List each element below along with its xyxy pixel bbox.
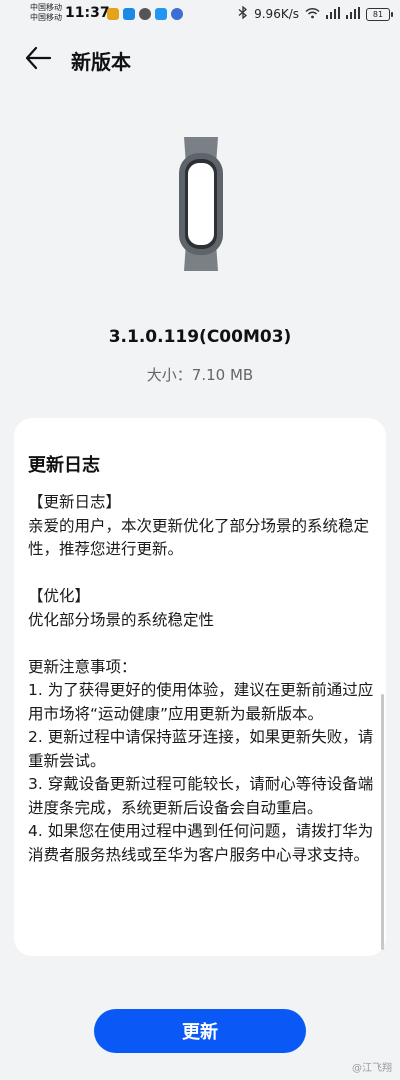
page-title: 新版本 — [71, 50, 131, 74]
band-device-icon — [178, 135, 224, 273]
back-button[interactable] — [24, 45, 54, 71]
section-heading: 【优化】 — [28, 587, 91, 605]
app-icon — [155, 8, 167, 20]
size-value: 7.10 MB — [191, 366, 254, 384]
scrollbar[interactable] — [381, 694, 384, 950]
changelog-title: 更新日志 — [28, 455, 100, 476]
note-item: 2. 更新过程中请保持蓝牙连接，如果更新失败，请重新尝试。 — [28, 728, 374, 770]
weibo-icon — [107, 8, 119, 20]
notes-heading: 更新注意事项： — [28, 657, 137, 676]
changelog-card[interactable]: 更新日志 【更新日志】 亲爱的用户，本次更新优化了部分场景的系统稳定性，推荐您进… — [14, 418, 386, 956]
update-button[interactable]: 更新 — [94, 1009, 306, 1053]
qq-icon — [139, 8, 151, 20]
bluetooth-icon — [238, 5, 248, 22]
note-item: 3. 穿戴设备更新过程可能较长，请耐心等待设备端进度条完成，系统更新后设备会自动… — [28, 775, 374, 817]
version-number: 3.1.0.119(C00M03) — [108, 327, 292, 347]
status-bar: 中国移动 中国移动 11:37 9.96K/s 81 — [0, 0, 400, 30]
notification-icons — [107, 8, 183, 20]
carrier-1: 中国移动 — [30, 3, 62, 12]
wifi-icon — [305, 7, 320, 22]
signal-icon — [346, 6, 360, 22]
battery-icon: 81 — [366, 7, 393, 21]
carrier-2: 中国移动 — [30, 13, 62, 22]
signal-icon — [326, 6, 340, 22]
status-time: 11:37 — [65, 5, 110, 21]
section-heading: 【更新日志】 — [28, 493, 122, 511]
package-size: 大小：7.10 MB — [0, 364, 400, 385]
browser-icon — [171, 8, 183, 20]
size-label: 大小： — [146, 366, 192, 384]
watermark: @江飞翔 — [352, 1063, 392, 1074]
back-arrow-icon — [25, 46, 52, 70]
carrier-labels: 中国移动 中国移动 — [30, 3, 62, 23]
status-right: 9.96K/s 81 — [238, 5, 393, 22]
note-item: 4. 如果您在使用过程中遇到任何问题，请拨打华为消费者服务热线或至华为客户服务中… — [28, 822, 374, 864]
header: 新版本 — [0, 36, 400, 80]
section-body: 亲爱的用户，本次更新优化了部分场景的系统稳定性，推荐您进行更新。 — [28, 516, 370, 559]
note-item: 1. 为了获得更好的使用体验，建议在更新前通过应用市场将“运动健康”应用更新为最… — [28, 681, 374, 723]
changelog-content: 【更新日志】 亲爱的用户，本次更新优化了部分场景的系统稳定性，推荐您进行更新。 … — [28, 491, 374, 867]
section-body: 优化部分场景的系统稳定性 — [28, 610, 215, 629]
net-speed: 9.96K/s — [254, 7, 299, 21]
app-icon — [123, 8, 135, 20]
